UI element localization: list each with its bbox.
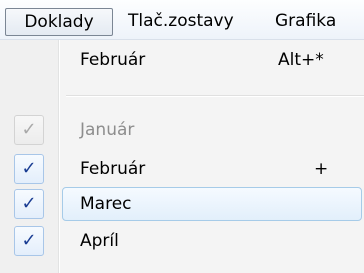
- menu-tlac-zostavy[interactable]: Tlač.zostavy: [128, 8, 234, 36]
- menu-item-februar-shortcut[interactable]: Február Alt+*: [0, 42, 364, 78]
- check-icon: ✓: [14, 115, 44, 145]
- menu-item-april[interactable]: ✓ Apríl: [0, 223, 364, 259]
- doklady-dropdown-menu: Február Alt+* ✓ Január ✓ Február + ✓ Mar…: [0, 40, 364, 273]
- menu-item-shortcut: +: [314, 159, 329, 179]
- menu-item-label: Január: [80, 120, 135, 140]
- menu-bar: Doklady Tlač.zostavy Grafika: [0, 0, 364, 40]
- check-icon: ✓: [14, 154, 44, 184]
- menu-doklady[interactable]: Doklady: [5, 8, 113, 36]
- menu-item-shortcut: Alt+*: [278, 50, 324, 70]
- menu-item-label: Február: [80, 159, 146, 179]
- menu-separator: [66, 95, 364, 97]
- menu-item-label: Apríl: [80, 231, 119, 251]
- check-icon: ✓: [14, 226, 44, 256]
- menu-item-marec[interactable]: ✓ Marec: [0, 186, 364, 222]
- menu-grafika[interactable]: Grafika: [275, 8, 336, 36]
- menu-item-label: Február: [80, 50, 146, 70]
- check-icon: ✓: [14, 189, 44, 219]
- menu-item-januar: ✓ Január: [0, 112, 364, 148]
- menu-item-februar[interactable]: ✓ Február +: [0, 151, 364, 187]
- menu-item-label: Marec: [80, 194, 132, 214]
